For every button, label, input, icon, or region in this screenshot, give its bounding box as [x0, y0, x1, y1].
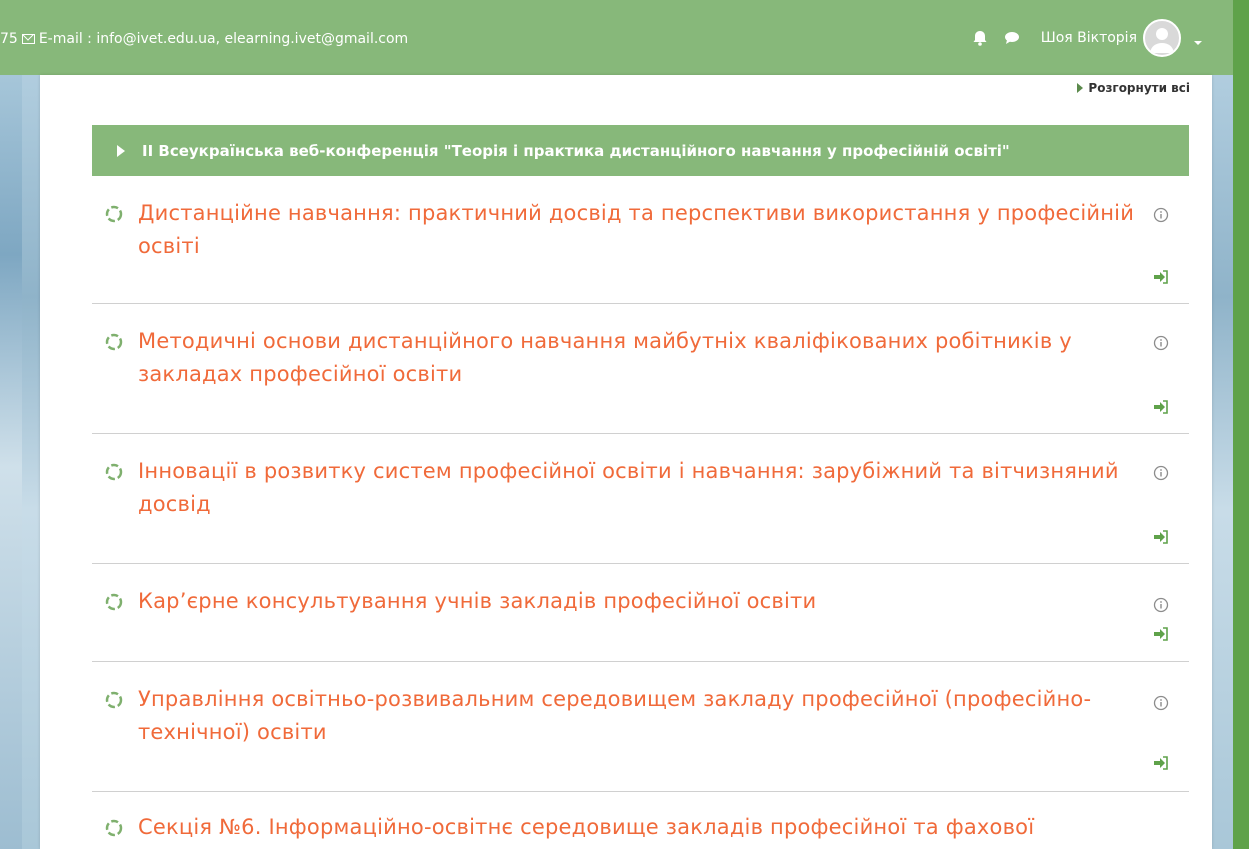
course-bullet-icon	[105, 333, 123, 351]
bell-icon[interactable]	[971, 29, 989, 47]
top-navbar: 75 E-mail : info@ivet.edu.ua, elearning.…	[0, 0, 1233, 75]
enter-course-icon[interactable]	[1153, 399, 1169, 414]
course-bullet-icon	[105, 593, 123, 611]
course-item: Дистанційне навчання: практичний досвід …	[92, 189, 1189, 303]
enter-course-icon[interactable]	[1153, 755, 1169, 770]
divider	[92, 661, 1189, 662]
expand-all-link[interactable]: Розгорнути всі	[1077, 81, 1190, 95]
expand-triangle-icon	[1077, 83, 1084, 93]
enter-course-icon[interactable]	[1153, 269, 1169, 284]
course-item: Кар’єрне консультування учнів закладів п…	[92, 577, 1189, 661]
info-icon[interactable]	[1153, 207, 1169, 223]
course-item: Методичні основи дистанційного навчання …	[92, 317, 1189, 433]
info-icon[interactable]	[1153, 695, 1169, 711]
course-link[interactable]: Управління освітньо-розвивальним середов…	[138, 683, 1138, 749]
divider	[92, 791, 1189, 792]
divider	[92, 563, 1189, 564]
avatar[interactable]	[1143, 19, 1181, 57]
background-left	[0, 0, 22, 849]
contact-prefix: 75	[0, 31, 18, 47]
course-bullet-icon	[105, 463, 123, 481]
user-name[interactable]: Шоя Вікторія	[1041, 30, 1137, 46]
course-link[interactable]: Методичні основи дистанційного навчання …	[138, 325, 1138, 391]
user-menu: Шоя Вікторія	[971, 16, 1203, 60]
divider	[92, 303, 1189, 304]
enter-course-icon[interactable]	[1153, 529, 1169, 544]
contact-info: 75 E-mail : info@ivet.edu.ua, elearning.…	[0, 26, 408, 52]
divider	[92, 433, 1189, 434]
section-title: ІІ Всеукраїнська веб-конференція "Теорія…	[142, 141, 1010, 160]
enter-course-icon[interactable]	[1153, 626, 1169, 641]
course-link[interactable]: Дистанційне навчання: практичний досвід …	[138, 197, 1138, 263]
course-link[interactable]: Інновації в розвитку систем професійної …	[138, 455, 1138, 521]
caret-down-icon[interactable]	[1193, 33, 1203, 45]
course-item: Управління освітньо-розвивальним середов…	[92, 675, 1189, 791]
chat-icon[interactable]	[1003, 29, 1021, 47]
email-text: E-mail : info@ivet.edu.ua, elearning.ive…	[38, 31, 409, 47]
course-link[interactable]: Кар’єрне консультування учнів закладів п…	[138, 585, 1138, 618]
expand-all-label: Розгорнути всі	[1088, 81, 1190, 95]
background-right-edge	[1233, 0, 1249, 849]
course-item: Секція №6. Інформаційно-освітнє середови…	[92, 803, 1189, 849]
course-bullet-icon	[105, 691, 123, 709]
section-header[interactable]: ІІ Всеукраїнська веб-конференція "Теорія…	[92, 125, 1189, 176]
course-item: Інновації в розвитку систем професійної …	[92, 447, 1189, 563]
course-bullet-icon	[105, 819, 123, 837]
course-bullet-icon	[105, 205, 123, 223]
info-icon[interactable]	[1153, 597, 1169, 613]
collapse-triangle-icon	[117, 144, 125, 157]
mail-icon	[21, 34, 35, 44]
course-link[interactable]: Секція №6. Інформаційно-освітнє середови…	[138, 811, 1189, 844]
info-icon[interactable]	[1153, 335, 1169, 351]
info-icon[interactable]	[1153, 465, 1169, 481]
course-list-card: Розгорнути всі ІІ Всеукраїнська веб-конф…	[40, 75, 1212, 849]
